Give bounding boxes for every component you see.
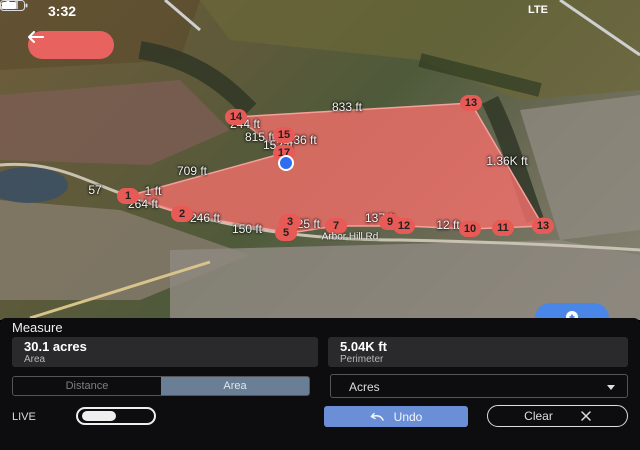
- status-bar: 3:32 LTE: [0, 0, 640, 22]
- status-carrier: LTE: [528, 4, 548, 16]
- perimeter-value: 5.04K ft: [340, 339, 387, 354]
- current-location-dot: [278, 155, 294, 171]
- vertex-pin[interactable]: 12: [393, 218, 415, 234]
- arrow-left-icon: [28, 31, 44, 43]
- undo-label: Undo: [393, 409, 423, 424]
- live-label: LIVE: [12, 411, 36, 423]
- battery-icon: [0, 0, 28, 11]
- satellite-map[interactable]: 833 ft244 ft815 ft1.36 ft152 ft709 ft1.3…: [0, 0, 640, 320]
- vertex-pin[interactable]: 14: [225, 109, 247, 125]
- vertex-pin[interactable]: 5: [275, 225, 297, 241]
- back-button[interactable]: [28, 31, 114, 59]
- perimeter-card: 5.04K ft Perimeter: [328, 337, 628, 367]
- unit-select[interactable]: Acres: [330, 374, 628, 398]
- segment-distance-label: 1 ft: [144, 184, 162, 198]
- vertex-pin[interactable]: 2: [171, 206, 193, 222]
- live-toggle-knob: [82, 411, 116, 421]
- segment-distance-label: 246 ft: [189, 211, 221, 225]
- close-icon: [581, 411, 591, 421]
- area-value: 30.1 acres: [24, 339, 87, 354]
- clear-label: Clear: [524, 409, 553, 423]
- segment-distance-label: 833 ft: [331, 100, 363, 114]
- clear-button[interactable]: Clear: [487, 405, 628, 427]
- caret-down-icon: [607, 385, 615, 390]
- measure-mode-toggle: Distance Area: [12, 376, 310, 396]
- live-toggle-switch[interactable]: [76, 407, 156, 425]
- segment-distance-label: 57: [88, 183, 102, 197]
- vertex-pin[interactable]: 11: [492, 220, 514, 236]
- road-name-label: Arbor Hill Rd: [321, 231, 379, 243]
- status-time: 3:32: [48, 3, 77, 19]
- segment-distance-label: 150 ft: [231, 222, 263, 236]
- segment-distance-label: 709 ft: [176, 164, 208, 178]
- mode-distance-tab[interactable]: Distance: [13, 377, 161, 395]
- vertex-pin[interactable]: 10: [459, 221, 481, 237]
- undo-arrow-icon: [370, 412, 384, 421]
- mode-area-tab[interactable]: Area: [161, 377, 309, 395]
- area-label: Area: [24, 354, 46, 365]
- undo-button[interactable]: Undo: [324, 406, 468, 427]
- vertex-pin[interactable]: 13: [460, 95, 482, 111]
- segment-distance-label: 12 ft: [436, 218, 460, 232]
- perimeter-label: Perimeter: [340, 354, 384, 365]
- panel-title: Measure: [12, 320, 63, 335]
- area-card: 30.1 acres Area: [12, 337, 318, 367]
- unit-select-value: Acres: [349, 380, 380, 394]
- segment-distance-label: 1.36K ft: [486, 154, 528, 168]
- vertex-pin[interactable]: 13: [532, 218, 554, 234]
- vertex-pin[interactable]: 1: [117, 188, 139, 204]
- vertex-pin[interactable]: 15: [273, 127, 295, 143]
- measure-panel: Measure 30.1 acres Area 5.04K ft Perimet…: [0, 318, 640, 450]
